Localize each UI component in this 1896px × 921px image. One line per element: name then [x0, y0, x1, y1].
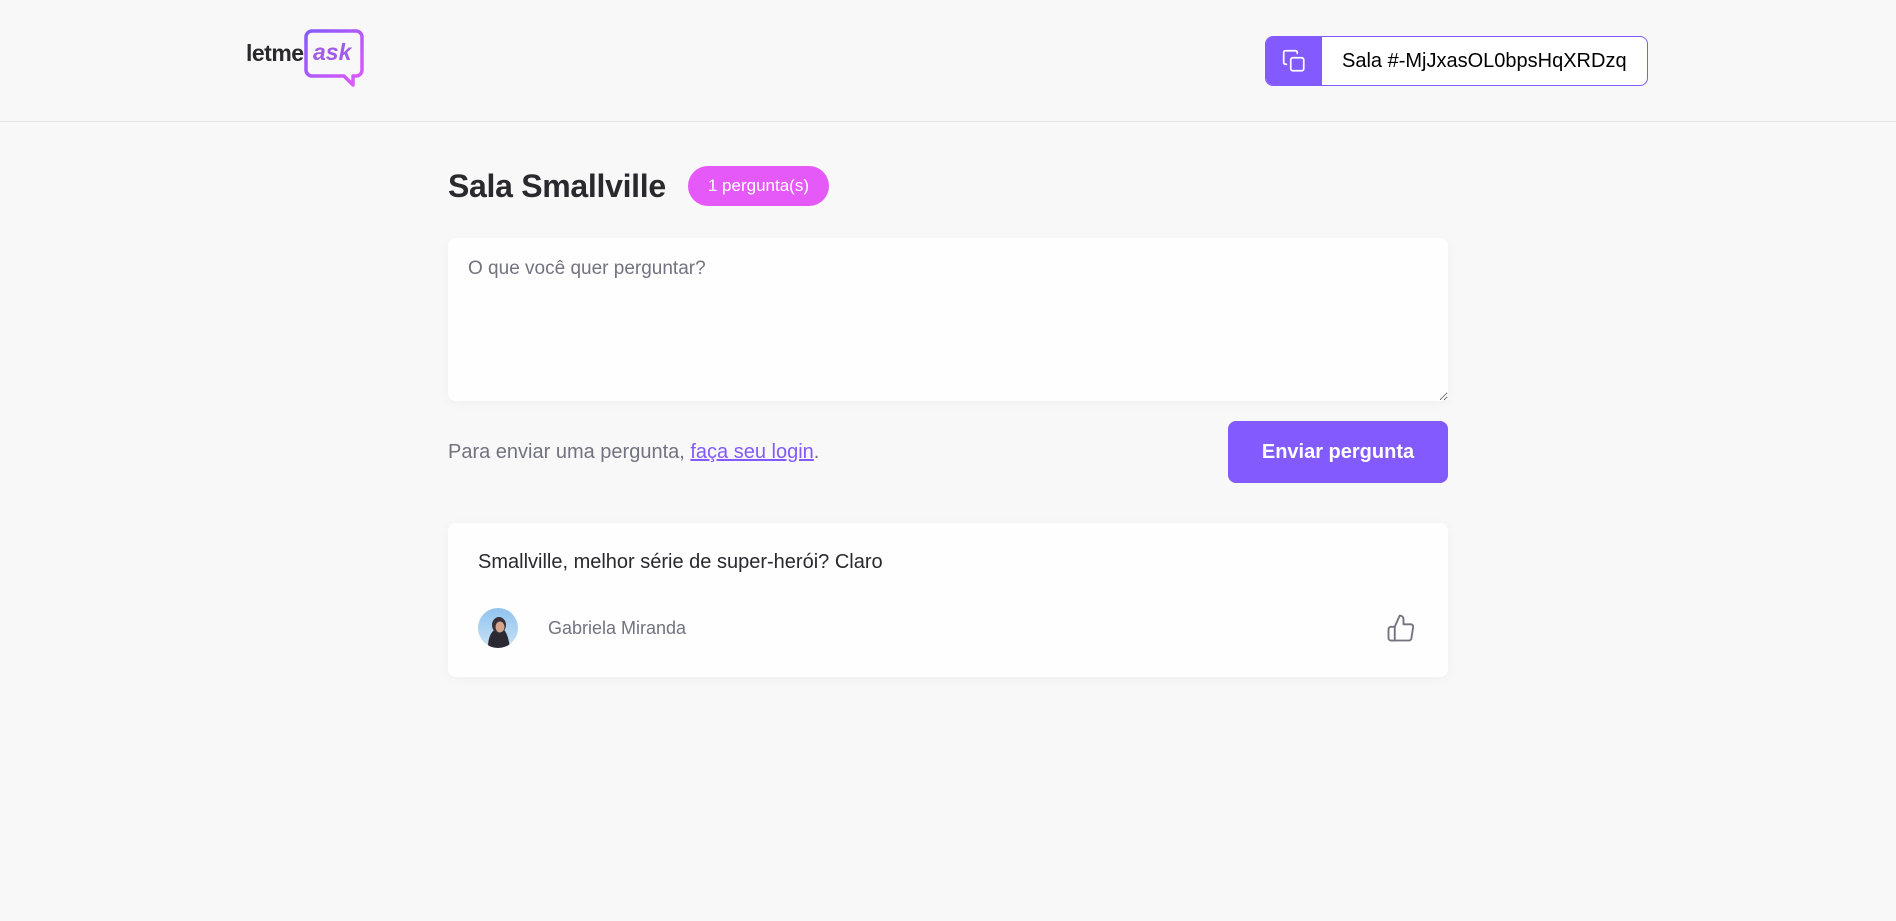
page-title: Sala Smallville	[448, 167, 666, 204]
login-hint-suffix: .	[813, 440, 820, 463]
copy-icon-box	[1266, 37, 1322, 85]
avatar-image	[478, 608, 518, 648]
question-footer: Gabriela Miranda	[478, 607, 1418, 649]
logo-text-letme: letme	[246, 40, 304, 66]
question-count-badge: 1 pergunta(s)	[687, 166, 829, 206]
question-author: Gabriela Miranda	[478, 608, 686, 648]
question-textarea[interactable]	[448, 238, 1448, 401]
author-name: Gabriela Miranda	[548, 617, 687, 638]
question-content: Smallville, melhor série de super-herói?…	[478, 551, 883, 573]
question-list: Smallville, melhor série de super-herói?…	[448, 523, 1448, 677]
room-content: Sala Smallville 1 pergunta(s) Para envia…	[448, 162, 1448, 677]
like-button[interactable]	[1384, 611, 1418, 645]
top-header: letme ask Sala #-MjJxasOL0bpsHqXRDzq	[0, 0, 1896, 122]
logo-text-ask: ask	[313, 39, 352, 65]
send-question-button[interactable]: Enviar pergunta	[1228, 421, 1448, 483]
question-card: Smallville, melhor série de super-herói?…	[448, 523, 1448, 677]
letmeask-logo[interactable]: letme ask	[246, 28, 370, 88]
thumbs-up-icon	[1387, 614, 1415, 642]
room-code-text: Sala #-MjJxasOL0bpsHqXRDzq	[1342, 49, 1627, 72]
copy-room-code-button[interactable]: Sala #-MjJxasOL0bpsHqXRDzq	[1265, 36, 1648, 86]
login-hint: Para enviar uma pergunta, faça seu login…	[448, 441, 819, 464]
form-footer: Para enviar uma pergunta, faça seu login…	[448, 421, 1448, 483]
login-link[interactable]: faça seu login	[690, 441, 813, 463]
room-title-row: Sala Smallville 1 pergunta(s)	[448, 162, 1448, 210]
user-avatar	[478, 608, 518, 648]
login-hint-prefix: Para enviar uma pergunta,	[448, 440, 691, 463]
copy-icon	[1282, 49, 1305, 72]
question-form: Para enviar uma pergunta, faça seu login…	[448, 238, 1448, 483]
